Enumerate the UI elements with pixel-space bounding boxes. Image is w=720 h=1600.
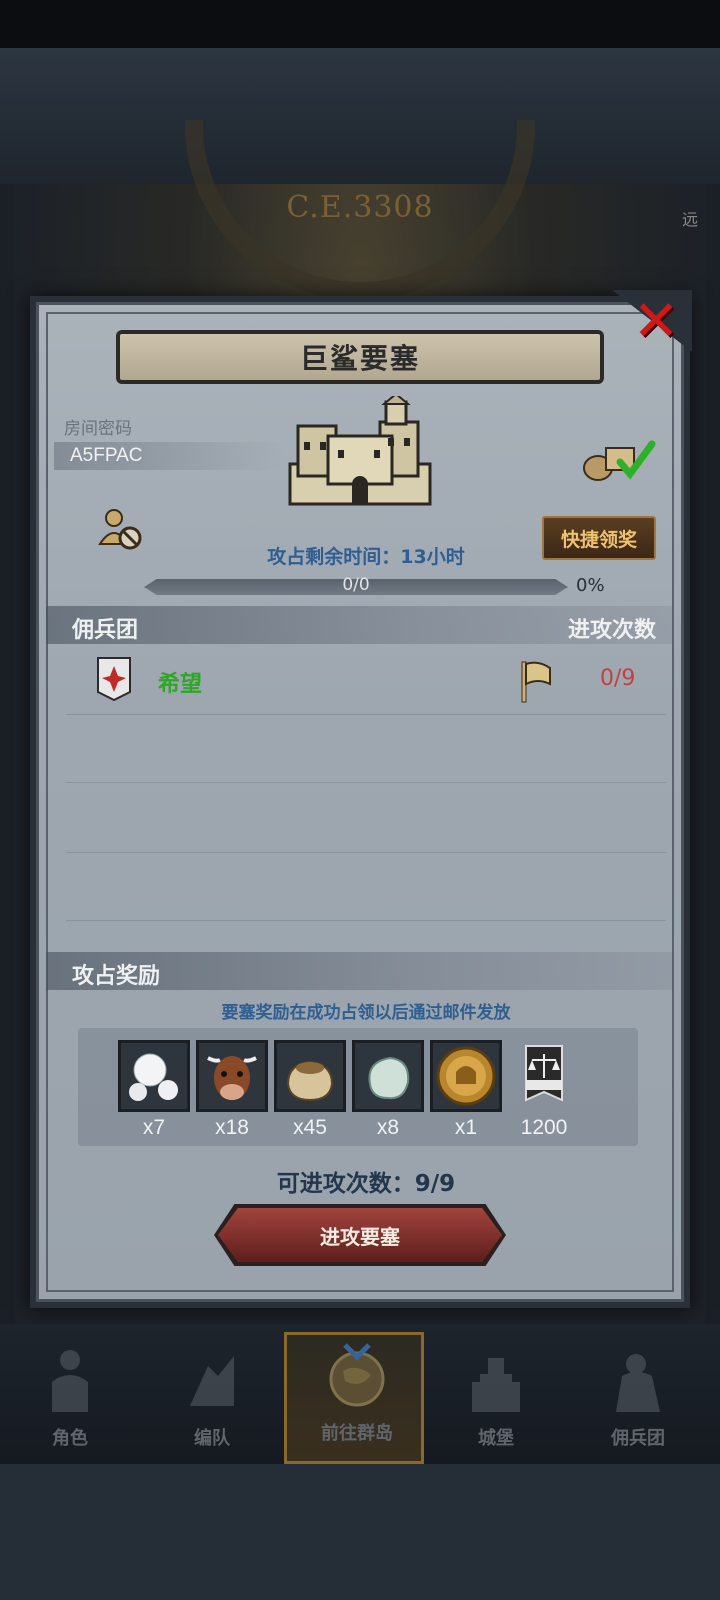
status-bar xyxy=(0,0,720,48)
time-remaining-label: 攻占剩余时间：13小时 xyxy=(267,546,465,568)
pearl-icon xyxy=(118,1040,190,1112)
mercenary-header: 佣兵团 xyxy=(72,618,139,643)
reward-header: 攻占奖励 xyxy=(72,964,161,989)
reward-item[interactable]: 1200 xyxy=(508,1040,580,1144)
loot-claimed-icon xyxy=(583,440,656,481)
room-password-label: 房间密码 xyxy=(64,419,132,439)
formation-icon xyxy=(190,1356,234,1406)
fortress-castle-icon xyxy=(288,396,432,506)
era-label: C.E.3308 xyxy=(286,190,434,225)
grain-sack-icon xyxy=(274,1040,346,1112)
nav-label: 角色 xyxy=(52,1428,88,1449)
guild-emblem-icon xyxy=(97,657,131,702)
nav-label: 城堡 xyxy=(478,1428,514,1449)
bottom-nav: 角色 编队 前往群岛 城堡 佣兵团 xyxy=(0,1324,720,1464)
nav-tab-character[interactable]: 角色 xyxy=(0,1340,140,1460)
nav-label: 佣兵团 xyxy=(611,1428,665,1449)
nav-tab-mercenary[interactable]: 佣兵团 xyxy=(568,1340,708,1460)
fortress-dialog: ✕ 巨鲨要塞 房间密码 A5FPAC 快捷领奖 攻占剩余时间：13小时 0/0 … xyxy=(30,290,692,1308)
stone-icon xyxy=(352,1040,424,1112)
room-password-value[interactable]: A5FPAC xyxy=(54,442,284,470)
knight-medal-icon xyxy=(430,1040,502,1112)
cow-icon xyxy=(196,1040,268,1112)
nav-tab-formation[interactable]: 编队 xyxy=(142,1340,282,1460)
guild-name[interactable]: 希望 xyxy=(158,666,202,698)
nav-label: 编队 xyxy=(194,1428,230,1449)
scales-banner-icon xyxy=(508,1040,580,1112)
reward-item[interactable]: x1 xyxy=(430,1040,502,1144)
progress-percent: 0% xyxy=(576,575,605,596)
globe-icon xyxy=(329,1343,385,1407)
reward-item[interactable]: x7 xyxy=(118,1040,190,1144)
dialog-title: 巨鲨要塞 xyxy=(116,330,604,384)
reward-item[interactable]: x8 xyxy=(352,1040,424,1144)
attack-count-header: 进攻次数 xyxy=(567,618,656,643)
castle-icon xyxy=(472,1358,520,1412)
flag-icon xyxy=(521,661,551,703)
attacks-available: 可进攻次数：9/9 xyxy=(276,1171,456,1197)
reward-qty: 1200 xyxy=(520,1116,568,1139)
row-divider xyxy=(66,920,666,921)
nav-tab-castle[interactable]: 城堡 xyxy=(426,1340,566,1460)
nav-tab-archipelago[interactable]: 前往群岛 xyxy=(284,1332,424,1464)
row-divider xyxy=(66,852,666,853)
progress-text: 0/0 xyxy=(342,575,370,595)
reward-note: 要塞奖励在成功占领以后通过邮件发放 xyxy=(221,1003,511,1023)
nav-label: 前往群岛 xyxy=(321,1423,393,1444)
bottom-area xyxy=(0,1464,720,1600)
knight-icon xyxy=(52,1350,88,1412)
guild-attack-count: 0/9 xyxy=(600,666,636,691)
row-divider xyxy=(66,782,666,783)
reward-item[interactable]: x45 xyxy=(274,1040,346,1144)
attack-fortress-button[interactable]: 进攻要塞 xyxy=(218,1208,502,1262)
scene-side-tag: 远 xyxy=(681,210,698,229)
close-x-icon[interactable]: ✕ xyxy=(628,294,684,350)
row-divider xyxy=(66,714,666,715)
mercenary-icon xyxy=(616,1354,660,1412)
reward-panel: x7 x18 x45 x8 x1 1200 xyxy=(78,1028,638,1146)
reward-item[interactable]: x18 xyxy=(196,1040,268,1144)
